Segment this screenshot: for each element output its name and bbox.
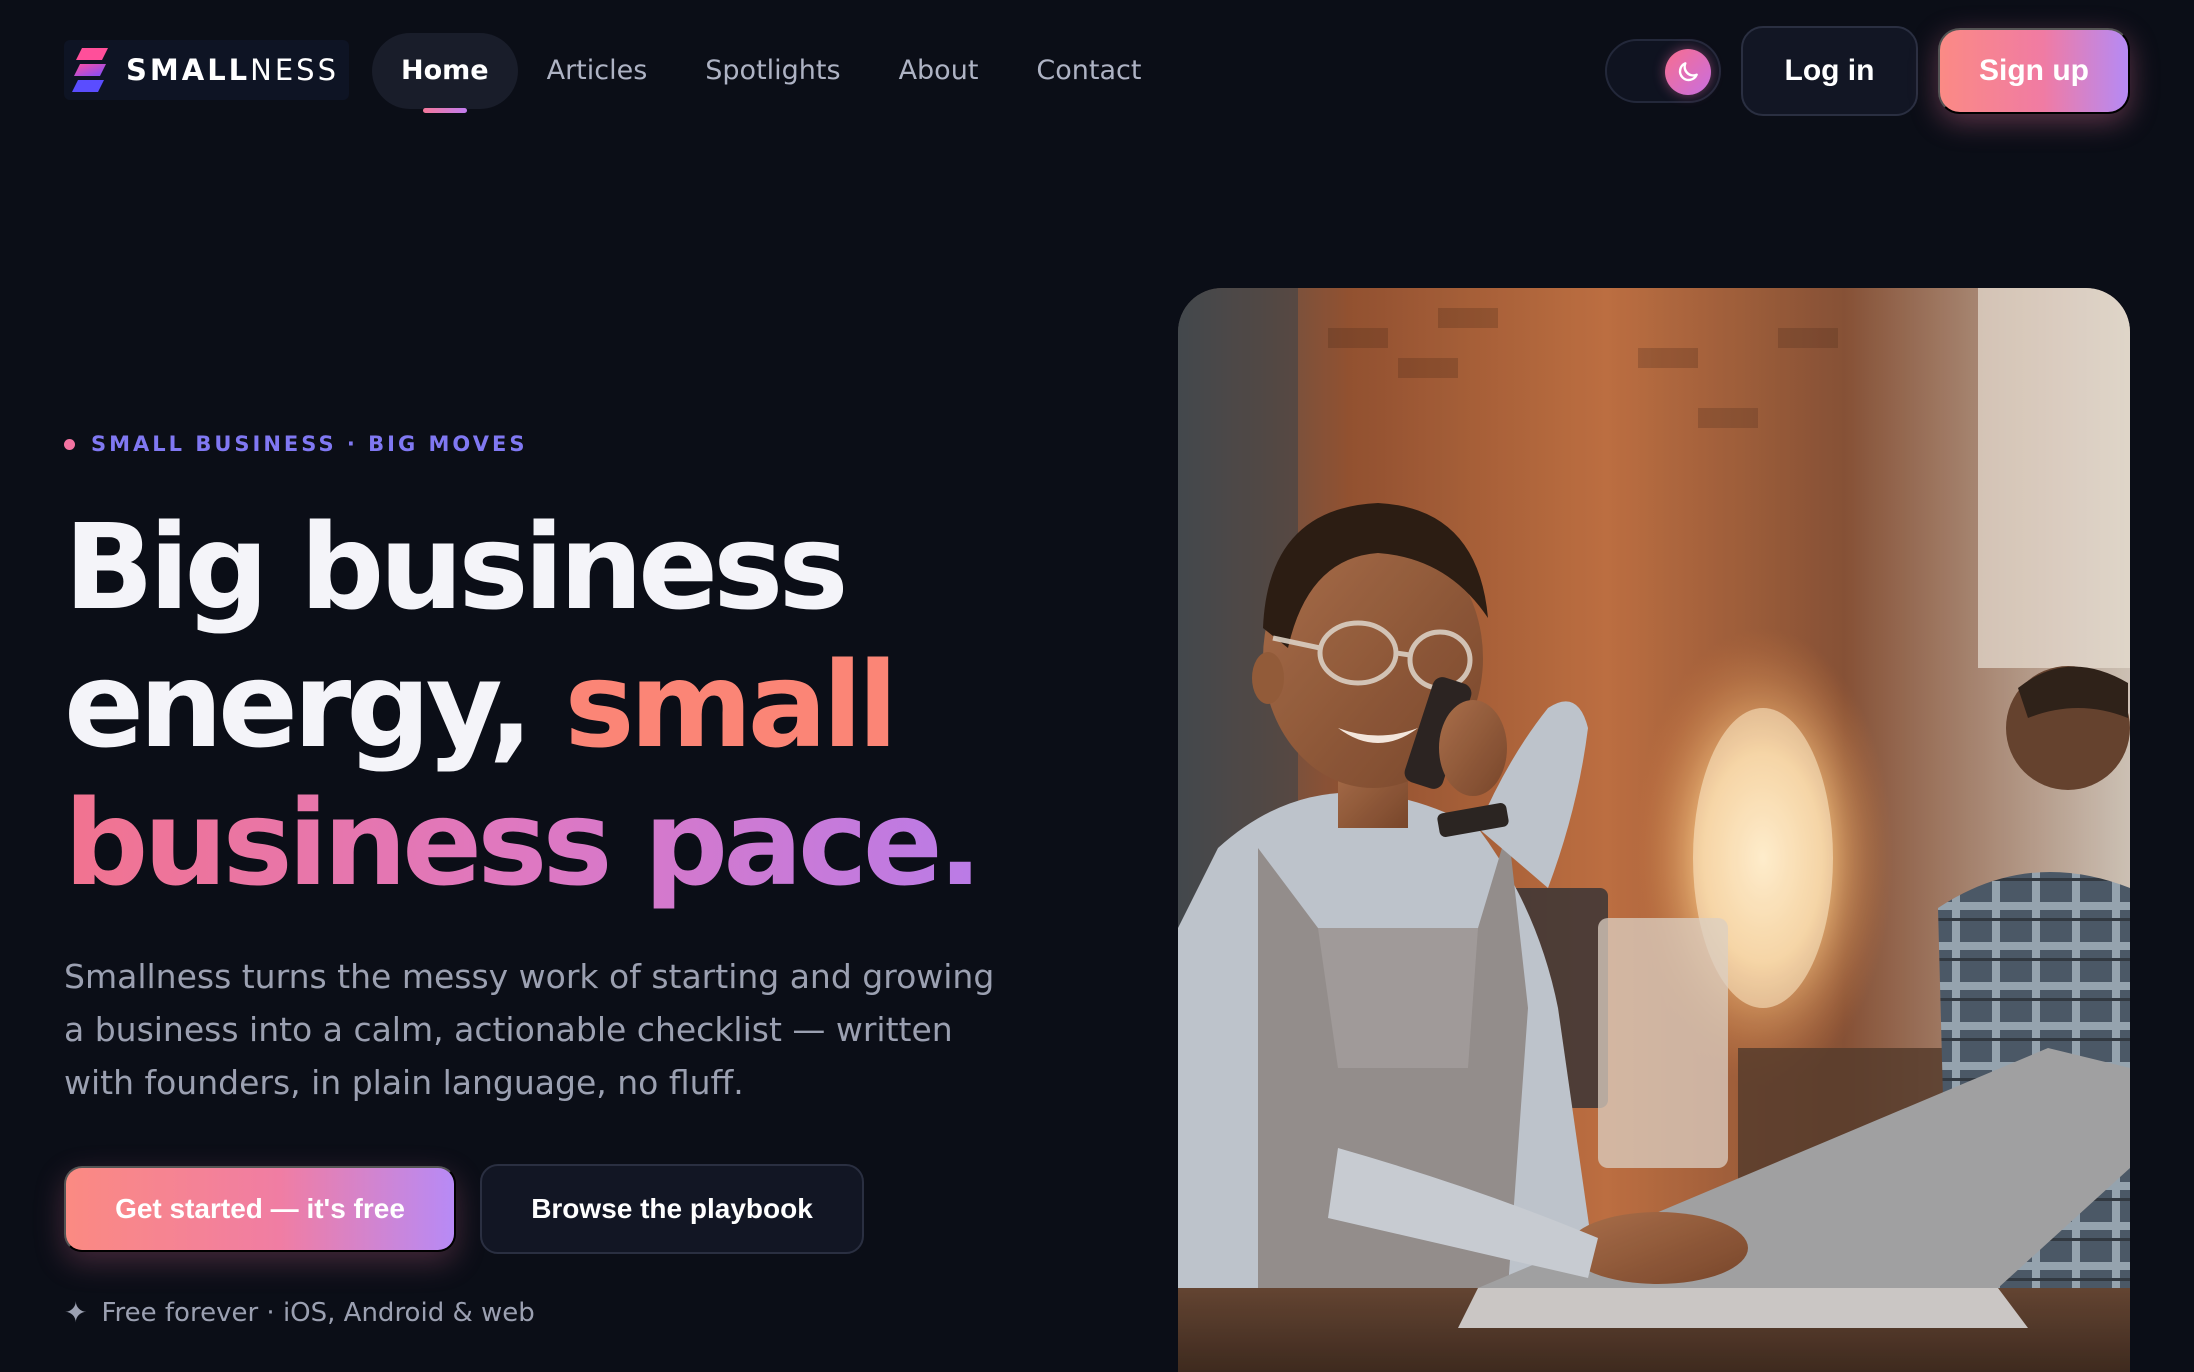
brand-wordmark: SMALLNESS: [126, 53, 339, 87]
active-indicator: [422, 108, 467, 113]
browse-playbook-button[interactable]: Browse the playbook: [480, 1164, 864, 1254]
primary-nav: Home Articles Spotlights About Contact: [372, 33, 1170, 113]
hero-subcopy: Smallness turns the messy work of starti…: [64, 957, 995, 1102]
top-nav: SMALLNESS Home Articles Spotlights About…: [0, 0, 2194, 140]
hero-photo: [1178, 288, 2130, 1372]
eyebrow-dot: [64, 438, 75, 450]
hero-photo-illustration: [1178, 288, 2130, 1372]
login-button[interactable]: Log in: [1741, 26, 1918, 116]
headline-line-2: energy, small: [64, 636, 898, 774]
headline-accent-small: small: [564, 636, 898, 774]
theme-toggle[interactable]: [1605, 39, 1721, 103]
headline-line-3: business pace.: [64, 774, 1104, 912]
eyebrow-text: SMALL BUSINESS · BIG MOVES: [91, 432, 528, 456]
footnote-text: Free forever · iOS, Android & web: [101, 1297, 535, 1328]
hero-headline: Big business energy, small business pace…: [64, 498, 1104, 912]
sparkle-icon: ✦: [64, 1296, 88, 1329]
moon-icon: [1678, 62, 1698, 82]
headline-line-1: Big business: [64, 498, 849, 636]
nav-link-home[interactable]: Home: [372, 33, 518, 113]
signup-button[interactable]: Sign up: [1938, 28, 2130, 114]
hero-footnote: ✦ Free forever · iOS, Android & web: [64, 1296, 535, 1329]
theme-toggle-knob: [1665, 49, 1711, 95]
logo-mark-icon: [72, 48, 108, 92]
nav-link-articles[interactable]: Articles: [518, 33, 677, 109]
nav-link-about[interactable]: About: [870, 33, 1008, 109]
brand-logo[interactable]: SMALLNESS: [64, 40, 349, 100]
nav-link-contact[interactable]: Contact: [1007, 33, 1170, 109]
get-started-button[interactable]: Get started — it's free: [64, 1166, 456, 1252]
hero-eyebrow: SMALL BUSINESS · BIG MOVES: [64, 432, 527, 456]
nav-link-spotlights[interactable]: Spotlights: [676, 33, 869, 109]
